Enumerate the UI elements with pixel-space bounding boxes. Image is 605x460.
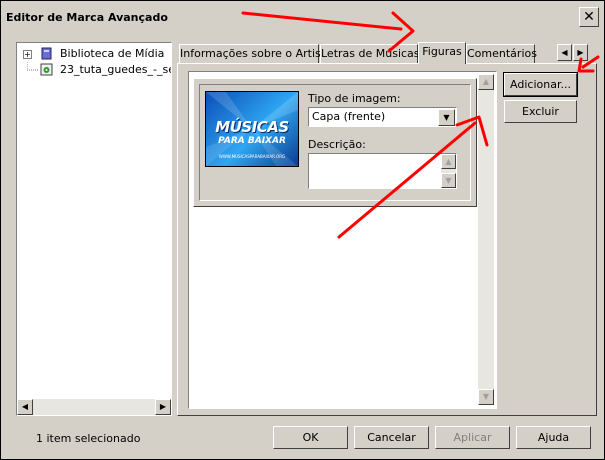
annotation-arrow-icon: [577, 55, 600, 73]
annotation-arrows: [241, 11, 600, 239]
annotation-arrow-icon: [337, 115, 489, 239]
dialog-window: Editor de Marca Avançado ✕ + Biblioteca …: [0, 0, 605, 460]
tab-label: Figuras: [422, 45, 462, 58]
tab-pictures[interactable]: Figuras: [418, 42, 466, 64]
annotation-arrow-icon: [241, 11, 415, 53]
